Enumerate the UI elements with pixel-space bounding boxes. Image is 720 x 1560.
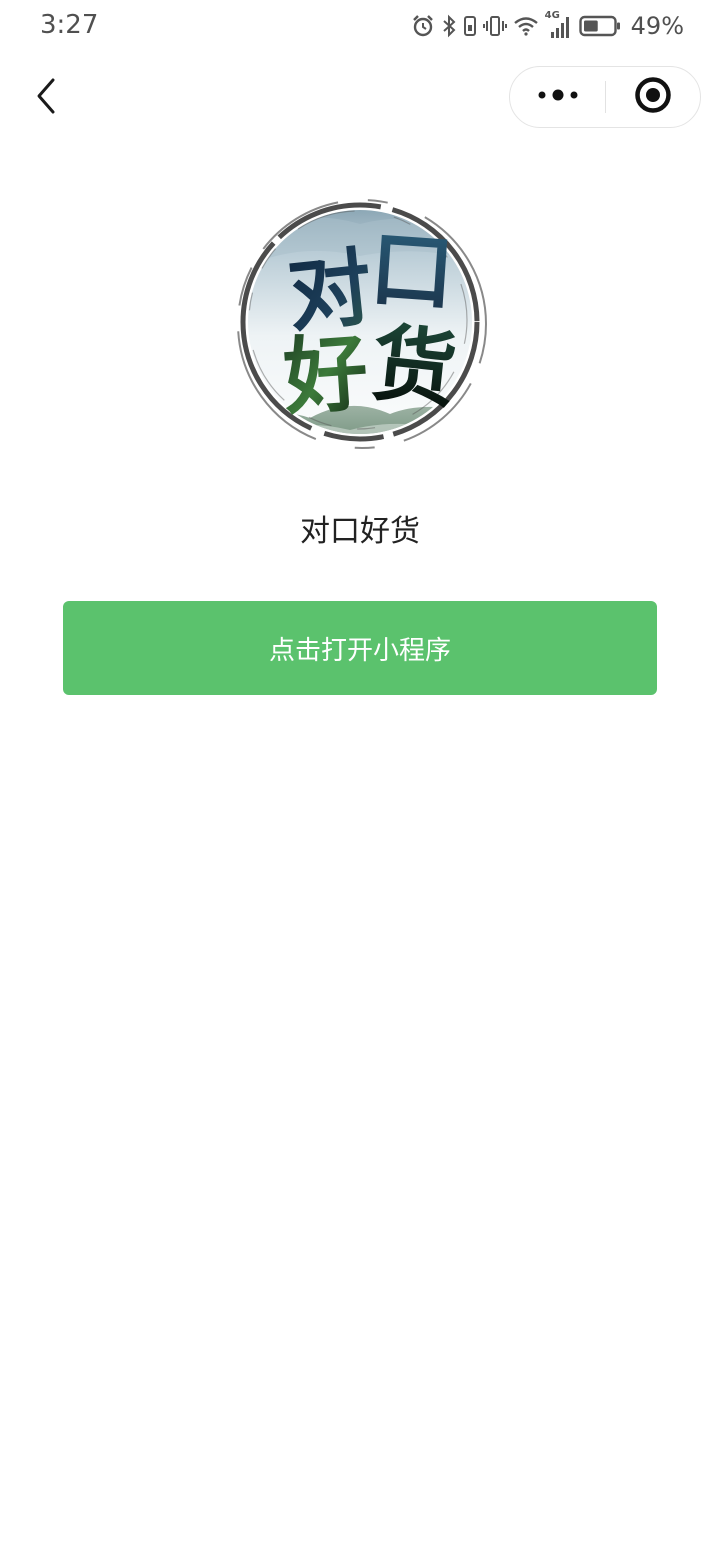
app-logo: 对 口 好 货 [230,182,490,462]
app-name: 对口好货 [300,514,420,549]
close-button[interactable] [606,67,700,127]
more-button[interactable] [510,67,606,127]
battery-icon [578,14,621,38]
logo-char-3: 好 [279,322,371,427]
wifi-icon [513,14,539,38]
logo-char-4: 货 [367,313,461,420]
battery-percent: 49% [630,12,684,40]
open-mini-program-label: 点击打开小程序 [268,635,451,666]
alarm-icon [411,14,435,38]
chevron-left-icon [34,76,58,120]
status-bar: 3:27 4G 49% [0,0,720,52]
open-mini-program-button[interactable]: 点击打开小程序 [63,601,657,695]
signal-icon: 4G [545,10,573,40]
mini-program-launch-screen: 3:27 4G 49% 对 口 好 货 对口好货 点击打开小程序 [0,0,720,1560]
back-button[interactable] [24,74,68,122]
bluetooth-icon [441,14,457,38]
sim-icon [463,14,477,38]
capsule-menu [509,66,701,128]
status-time: 3:27 [40,10,99,40]
target-close-icon [633,75,673,119]
more-dots-icon [536,87,580,107]
logo-char-2: 口 [367,218,458,323]
status-icons: 4G 49% [411,10,684,40]
vibrate-icon [482,14,507,38]
